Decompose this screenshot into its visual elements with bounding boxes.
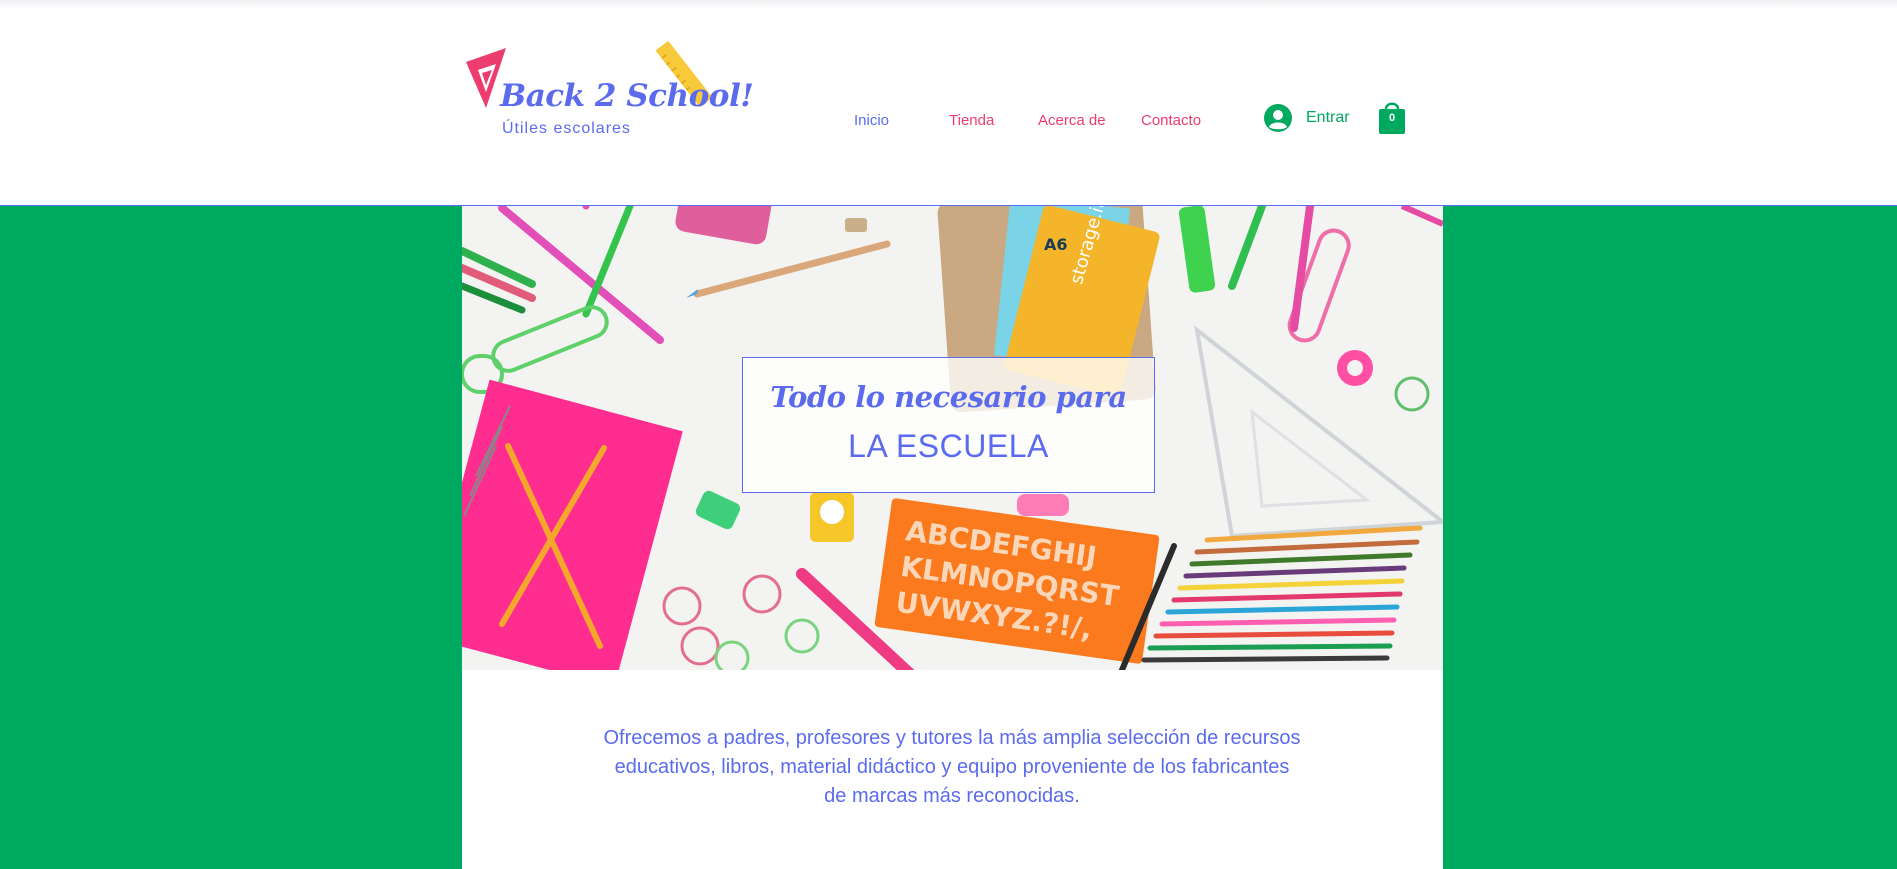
book-label: A6	[1044, 235, 1068, 254]
nav-item-contacto[interactable]: Contacto	[1141, 112, 1201, 129]
intro-paragraph: Ofrecemos a padres, profesores y tutores…	[603, 727, 1301, 807]
user-avatar-icon	[1264, 104, 1292, 132]
intro-section: Ofrecemos a padres, profesores y tutores…	[462, 670, 1443, 869]
nav-item-acerca-de[interactable]: Acerca de	[1038, 112, 1106, 129]
site-header: Back 2 School! Útiles escolares Inicio T…	[0, 0, 1897, 206]
header-shadow	[0, 0, 1897, 8]
hero-banner: storage.it A6 ABCDEFGHIJ KLMNOPQRST UVWX…	[462, 206, 1443, 670]
brand-subtitle: Útiles escolares	[502, 120, 631, 137]
hero-subheadline: LA ESCUELA	[848, 428, 1049, 464]
brand-title[interactable]: Back 2 School!	[500, 78, 754, 114]
login-button[interactable]: Entrar	[1264, 102, 1350, 134]
nav-item-inicio[interactable]: Inicio	[854, 112, 889, 129]
hero-headline: Todo lo necesario para	[770, 380, 1127, 414]
cart-count: 0	[1388, 112, 1396, 124]
login-label: Entrar	[1306, 109, 1350, 126]
cart-button[interactable]: 0	[1378, 100, 1406, 134]
hero-callout: Todo lo necesario para LA ESCUELA	[742, 357, 1155, 493]
nav-item-tienda[interactable]: Tienda	[949, 112, 994, 129]
